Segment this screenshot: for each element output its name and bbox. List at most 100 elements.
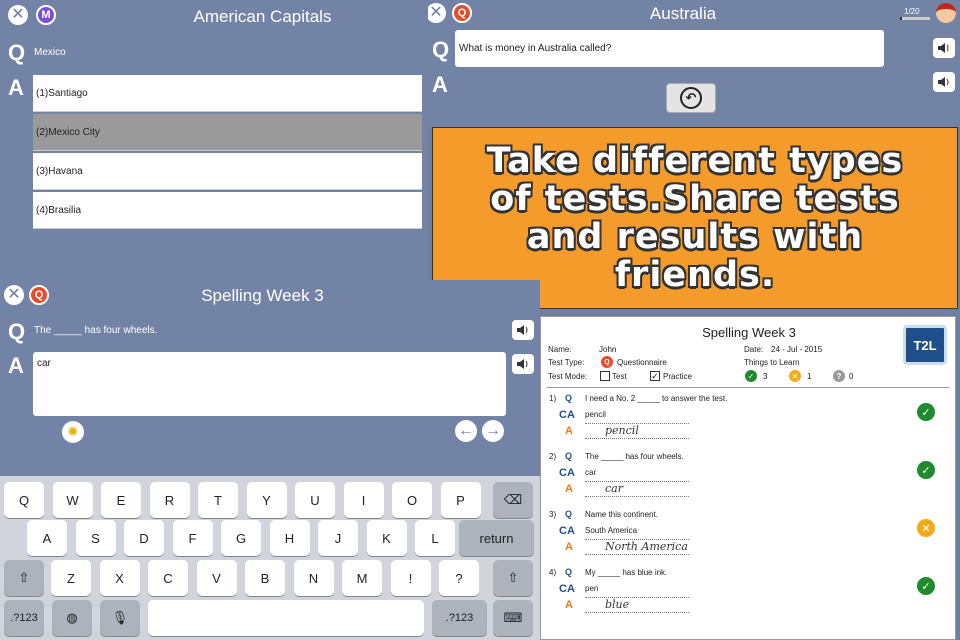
numbers-key[interactable]: .?123 [4,600,44,636]
panel-american-capitals: ✕ M American Capitals Q Mexico A (1)Sant… [0,0,428,280]
divider [547,387,949,388]
wrong-count: 1 [807,372,812,381]
quiz-title: Australia [649,4,717,23]
key-f[interactable]: F [172,520,213,556]
item-number: 2) [549,452,557,461]
key-x[interactable]: X [99,560,140,596]
answer-line [585,597,689,598]
item-correct-answer: South America [585,526,638,535]
speaker-icon[interactable] [933,72,955,92]
item-student-answer: North America [605,540,688,553]
key-t[interactable]: T [198,482,238,518]
question-text: Mexico [34,47,66,58]
key-a[interactable]: A [27,520,67,556]
globe-key[interactable]: ◍ [52,600,92,636]
answer-option-3[interactable]: (3)Havana [33,153,422,190]
unknown-count: 0 [849,372,854,381]
answer-option-1[interactable]: (1)Santiago [33,75,422,112]
item-correct-answer: pencil [585,410,606,419]
item-a-marker: A [565,483,573,495]
numbers-key[interactable]: .?123 [432,600,487,636]
answer-line [585,554,689,555]
test-type-value: Questionnaire [617,358,667,367]
item-correct-answer: pen [585,584,599,593]
backspace-key[interactable]: ⌫ [493,482,533,518]
item-q-marker: Q [565,509,573,519]
item-q-marker: Q [565,393,573,403]
test-type-label: Test Type: [548,358,585,367]
question-letter: Q [432,37,450,62]
practice-mode-checkbox[interactable]: ✓ [650,371,660,381]
answer-option-4[interactable]: (4)Brasilia [33,192,422,229]
shift-key-left[interactable]: ⇧ [4,560,44,596]
things-to-learn-label: Things to Learn [744,358,800,367]
key-w[interactable]: W [52,482,93,518]
speaker-icon[interactable] [512,354,534,374]
key-q[interactable]: Q [4,482,44,518]
key-i[interactable]: I [343,482,384,518]
test-mode-checkbox[interactable] [600,371,610,381]
key-u[interactable]: U [295,482,335,518]
hide-keyboard-key[interactable]: ⌨ [493,600,533,636]
return-key[interactable]: return [459,520,534,556]
key-g[interactable]: G [221,520,261,556]
onscreen-keyboard: Q W E R T Y U I O P A S D F G H J K L Z X C V B N M!? ⌫ return ⇧ … [0,476,540,640]
key-v[interactable]: V [196,560,237,596]
shift-key-right[interactable]: ⇧ [493,560,533,596]
close-icon[interactable]: ✕ [428,3,446,23]
key-s[interactable]: S [75,520,116,556]
key-n[interactable]: N [293,560,334,596]
microphone-key[interactable]: 🎙 [100,600,140,636]
key-p[interactable]: P [440,482,481,518]
item-number: 3) [549,510,557,519]
key-h[interactable]: H [269,520,310,556]
next-arrow-icon[interactable]: → [482,420,504,442]
close-icon[interactable]: ✕ [8,5,28,25]
key-exclamation[interactable]: ! [390,560,431,596]
answer-line [585,496,689,497]
speaker-icon[interactable] [933,38,955,58]
correct-check-icon: ✓ [917,403,935,421]
correct-count-icon: ✓ [745,370,757,382]
answer-input[interactable]: car [33,352,506,416]
key-c[interactable]: C [148,560,188,596]
answer-line [585,612,689,613]
item-ca-marker: CA [559,525,575,537]
close-icon[interactable]: ✕ [4,285,24,305]
key-z[interactable]: Z [51,560,91,596]
questionnaire-badge: Q [452,3,472,23]
quiz-title: American Capitals [193,7,332,26]
key-j[interactable]: J [318,520,358,556]
item-student-answer: pencil [605,424,639,437]
question-letter: Q [8,40,26,65]
correct-count: 3 [763,372,768,381]
hint-bulb-icon[interactable]: ✺ [62,421,84,443]
key-k[interactable]: K [366,520,407,556]
answer-option-2[interactable]: (2)Mexico City [33,114,422,151]
key-y[interactable]: Y [246,482,287,518]
panel-australia: ✕ Q Australia 1/20 Q What is money in Au… [428,0,960,127]
key-question[interactable]: ? [439,560,479,596]
speaker-icon[interactable] [512,320,534,340]
unknown-count-icon: ? [833,370,845,382]
previous-arrow-icon[interactable]: ← [455,420,477,442]
item-student-answer: car [605,482,623,495]
questionnaire-icon: Q [601,356,613,368]
key-o[interactable]: O [392,482,432,518]
key-m[interactable]: M [342,560,382,596]
u-turn-icon: ↶ [680,87,702,109]
item-correct-answer: car [585,468,597,477]
space-key[interactable] [148,600,424,636]
key-e[interactable]: E [101,482,141,518]
flip-card-button[interactable]: ↶ [666,83,716,113]
key-b[interactable]: B [245,560,285,596]
key-l[interactable]: L [415,520,455,556]
question-letter: Q [8,319,26,344]
key-d[interactable]: D [124,520,164,556]
key-r[interactable]: R [149,482,190,518]
test-mode-practice: Practice [663,372,692,381]
report-title: Spelling Week 3 [702,325,796,340]
report-card: Spelling Week 3 T2L Name: John Date: 24 … [540,316,956,640]
avatar [936,3,956,23]
answer-line [585,481,689,482]
